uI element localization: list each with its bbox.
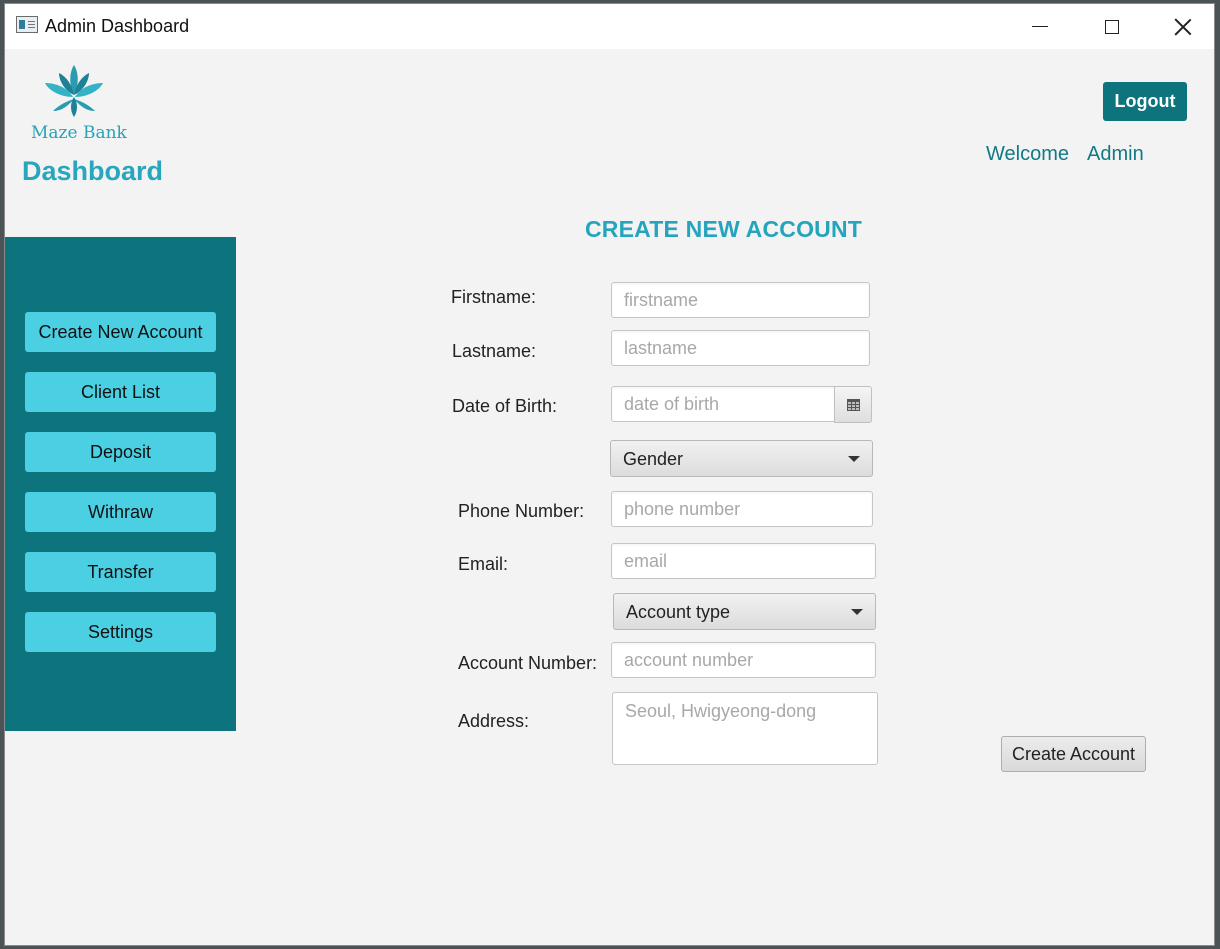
firstname-field[interactable] (611, 282, 870, 318)
sidebar-item-deposit[interactable]: Deposit (25, 432, 216, 472)
sidebar-item-transfer[interactable]: Transfer (25, 552, 216, 592)
sidebar: Create New Account Client List Deposit W… (5, 237, 236, 731)
minimize-icon (1032, 26, 1048, 27)
brand-name: Maze Bank (31, 123, 127, 143)
minimize-button[interactable] (1005, 4, 1075, 49)
chevron-down-icon (851, 609, 863, 615)
app-window-icon (16, 16, 38, 33)
chevron-down-icon (848, 456, 860, 462)
account-type-select[interactable]: Account type (613, 593, 876, 630)
maximize-button[interactable] (1077, 4, 1147, 49)
account-number-field[interactable] (611, 642, 876, 678)
firstname-label: Firstname: (451, 287, 537, 307)
title-bar: Admin Dashboard (5, 4, 1214, 49)
page-title: Dashboard (22, 156, 164, 186)
lotus-logo-icon (45, 65, 103, 117)
lastname-label: Lastname: (452, 341, 537, 361)
sidebar-item-client-list[interactable]: Client List (25, 372, 216, 412)
welcome-label: Welcome (986, 143, 1069, 165)
create-account-button[interactable]: Create Account (1001, 736, 1146, 772)
close-icon (1174, 18, 1192, 36)
calendar-icon (846, 398, 860, 411)
maximize-icon (1105, 19, 1119, 34)
lastname-field[interactable] (611, 330, 870, 366)
address-label: Address: (458, 711, 530, 731)
close-button[interactable] (1148, 4, 1218, 49)
date-picker-button[interactable] (834, 386, 872, 423)
window-title: Admin Dashboard (45, 16, 190, 36)
email-label: Email: (458, 554, 509, 574)
account-number-label: Account Number: (458, 653, 598, 673)
sidebar-item-settings[interactable]: Settings (25, 612, 216, 652)
date-of-birth-field[interactable] (611, 386, 835, 422)
form-title: CREATE NEW ACCOUNT (585, 216, 863, 242)
main-content: Maze Bank Dashboard Logout Welcome Admin… (5, 49, 1214, 946)
phone-number-field[interactable] (611, 491, 873, 527)
sidebar-item-withraw[interactable]: Withraw (25, 492, 216, 532)
phone-number-label: Phone Number: (458, 501, 585, 521)
gender-select-value: Gender (623, 449, 684, 469)
email-field[interactable] (611, 543, 876, 579)
logout-button[interactable]: Logout (1103, 82, 1187, 121)
date-of-birth-label: Date of Birth: (452, 396, 558, 416)
gender-select[interactable]: Gender (610, 440, 873, 477)
user-name-label: Admin (1087, 143, 1144, 165)
app-window: Admin Dashboard Maze Bank Dashboard Logo… (4, 3, 1215, 946)
sidebar-item-create-new-account[interactable]: Create New Account (25, 312, 216, 352)
address-field[interactable] (612, 692, 878, 765)
account-type-select-value: Account type (626, 602, 731, 622)
